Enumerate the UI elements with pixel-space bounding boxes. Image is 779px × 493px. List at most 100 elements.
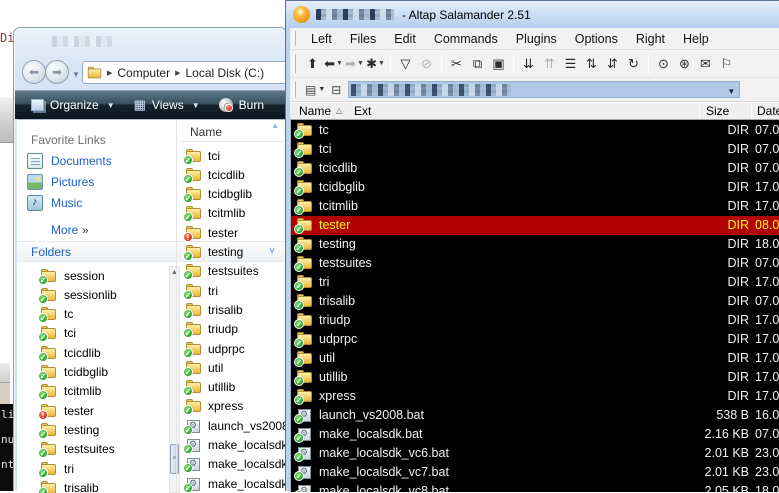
menu-item-options[interactable]: Options <box>566 30 627 48</box>
menu-item-help[interactable]: Help <box>674 30 718 48</box>
list-item-make_localsdk[interactable]: ✓ make_localsdk <box>183 455 287 474</box>
column-header-size[interactable]: Size <box>706 104 729 118</box>
cut-icon[interactable]: ✂ <box>446 53 467 74</box>
menu-item-commands[interactable]: Commands <box>425 30 507 48</box>
tree-item-tc[interactable]: ✓ tc <box>38 305 73 324</box>
select-filter-icon[interactable]: ▽ <box>395 53 416 74</box>
list-item-make_localsdk[interactable]: ✓ make_localsdk <box>183 436 287 455</box>
cmd-burn-button[interactable]: Burn <box>213 95 273 115</box>
cmd-organize-button[interactable]: Organize ▼ <box>25 95 124 115</box>
list-item-udprpc[interactable]: ✓ udprpc <box>183 339 245 358</box>
unpack-icon[interactable]: ⇈ <box>539 53 560 74</box>
tree-item-testing[interactable]: ✓ testing <box>38 420 99 439</box>
file-row-make_localsdk_vc7.bat[interactable]: ✓ make_localsdk_vc7.bat 2.01 KB 23.06 <box>291 463 779 482</box>
file-row-tcidbglib[interactable]: ✓ tcidbglib DIR 17.06 <box>291 178 779 197</box>
favorite-link-music[interactable]: Music <box>27 195 82 211</box>
breadcrumb-local-disk[interactable]: Local Disk (C:) <box>185 66 264 80</box>
favorite-link-documents[interactable]: Documents <box>27 153 112 169</box>
recent-pages-dropdown-icon[interactable]: ▼ <box>72 70 80 79</box>
list-item-testing[interactable]: ✓ testing <box>183 243 243 262</box>
file-row-tester[interactable]: ✓ tester DIR 08.08 <box>291 216 779 235</box>
scrollbar-thumb[interactable]: ≡ <box>170 444 179 474</box>
tree-item-sessionlib[interactable]: ✓ sessionlib <box>38 285 117 304</box>
path-dropdown-icon[interactable]: ▼ <box>727 87 735 96</box>
deselect-icon[interactable]: ⊘ <box>416 53 437 74</box>
column-header-name[interactable]: Name <box>299 104 331 118</box>
sort-ext-icon[interactable]: ⇵ <box>602 53 623 74</box>
file-row-testsuites[interactable]: ✓ testsuites DIR 07.08 <box>291 254 779 273</box>
drive-select-button[interactable]: ▤ ▼ <box>302 81 328 99</box>
list-item-utillib[interactable]: ✓ utillib <box>183 378 235 397</box>
list-item-tcitmlib[interactable]: ✓ tcitmlib <box>183 204 245 223</box>
file-row-triudp[interactable]: ✓ triudp DIR 17.06 <box>291 311 779 330</box>
tree-item-testsuites[interactable]: ✓ testsuites <box>38 440 115 459</box>
file-row-util[interactable]: ✓ util DIR 17.06 <box>291 349 779 368</box>
file-row-tc[interactable]: ✓ tc DIR 07.08 <box>291 121 779 140</box>
name-column-header[interactable]: Name ▲ <box>180 121 287 142</box>
tree-scrollbar[interactable]: ▲ ≡ <box>169 266 180 493</box>
tree-item-tcitmlib[interactable]: ✓ tcitmlib <box>38 382 101 401</box>
breadcrumb-computer[interactable]: Computer <box>117 66 170 80</box>
menu-item-plugins[interactable]: Plugins <box>507 30 566 48</box>
back-button[interactable]: ⬅ <box>22 60 46 84</box>
list-item-tester[interactable]: ! tester <box>183 223 238 242</box>
tree-item-tri[interactable]: ✓ tri <box>38 459 74 478</box>
file-row-trisalib[interactable]: ✓ trisalib DIR 07.07 <box>291 292 779 311</box>
list-item-testsuites[interactable]: ✓ testsuites <box>183 262 259 281</box>
list-item-tci[interactable]: ✓ tci <box>183 146 220 165</box>
column-header-ext[interactable]: Ext <box>354 104 371 118</box>
tree-item-tci[interactable]: ✓ tci <box>38 324 76 343</box>
properties-icon[interactable]: ☰ <box>560 53 581 74</box>
list-item-util[interactable]: ✓ util <box>183 358 223 377</box>
panel-split-icon[interactable]: ⊟ <box>328 81 344 99</box>
forward-icon[interactable]: ➡ ▼ <box>344 53 365 74</box>
file-row-tri[interactable]: ✓ tri DIR 17.06 <box>291 273 779 292</box>
column-separator[interactable] <box>699 103 700 119</box>
tree-item-tester[interactable]: ! tester <box>38 401 94 420</box>
list-item-tcidbglib[interactable]: ✓ tcidbglib <box>183 185 252 204</box>
list-item-tcicdlib[interactable]: ✓ tcicdlib <box>183 165 245 184</box>
cmd-views-button[interactable]: ▦ Views ▼ <box>128 95 209 115</box>
user-menu-icon[interactable]: ⚐ <box>716 53 737 74</box>
find-files-icon[interactable]: ⊛ <box>674 53 695 74</box>
forward-button[interactable]: ➡ <box>45 60 69 84</box>
file-row-xpress[interactable]: ✓ xpress DIR 17.06 <box>291 387 779 406</box>
address-bar[interactable]: ▶ Computer ▶ Local Disk (C:) <box>82 61 302 84</box>
list-item-tri[interactable]: ✓ tri <box>183 281 218 300</box>
file-row-utillib[interactable]: ✓ utillib DIR 17.06 <box>291 368 779 387</box>
more-link[interactable]: More» <box>51 223 88 237</box>
tree-item-tcidbglib[interactable]: ✓ tcidbglib <box>38 363 108 382</box>
file-row-make_localsdk.bat[interactable]: ✓ make_localsdk.bat 2.16 KB 07.07 <box>291 425 779 444</box>
menu-item-edit[interactable]: Edit <box>385 30 425 48</box>
email-icon[interactable]: ✉ <box>695 53 716 74</box>
tree-item-tcicdlib[interactable]: ✓ tcicdlib <box>38 343 101 362</box>
file-row-launch_vs2008.bat[interactable]: ✓ launch_vs2008.bat 538 B 16.07 <box>291 406 779 425</box>
refresh-icon[interactable]: ↻ <box>623 53 644 74</box>
salamander-title-bar[interactable]: - Altap Salamander 2.51 <box>286 1 779 28</box>
back-icon[interactable]: ⬅ ▼ <box>323 53 344 74</box>
file-row-tci[interactable]: ✓ tci DIR 07.07 <box>291 140 779 159</box>
column-header-date[interactable]: Date <box>757 104 779 118</box>
list-item-triudp[interactable]: ✓ triudp <box>183 320 238 339</box>
copy-icon[interactable]: ⧉ <box>467 53 488 74</box>
file-row-udprpc[interactable]: ✓ udprpc DIR 17.06 <box>291 330 779 349</box>
paste-icon[interactable]: ▣ <box>488 53 509 74</box>
sort-name-icon[interactable]: ⇅ <box>581 53 602 74</box>
tree-item-session[interactable]: ✓ session <box>38 266 105 285</box>
list-item-trisalib[interactable]: ✓ trisalib <box>183 300 243 319</box>
find-icon[interactable]: ⊙ <box>653 53 674 74</box>
current-path-field[interactable]: ▼ <box>348 81 741 98</box>
hot-paths-icon[interactable]: ✱ ▼ <box>365 53 386 74</box>
file-row-testing[interactable]: ✓ testing DIR 18.07 <box>291 235 779 254</box>
menu-item-files[interactable]: Files <box>341 30 385 48</box>
file-row-make_localsdk_vc6.bat[interactable]: ✓ make_localsdk_vc6.bat 2.01 KB 23.06 <box>291 444 779 463</box>
parent-dir-icon[interactable]: ⬆ <box>302 53 323 74</box>
list-item-xpress[interactable]: ✓ xpress <box>183 397 243 416</box>
menu-item-right[interactable]: Right <box>627 30 674 48</box>
scroll-up-icon[interactable]: ▲ <box>170 267 179 276</box>
list-item-make_localsdk[interactable]: ✓ make_localsdk <box>183 474 287 493</box>
list-item-launch_vs2008[interactable]: ✓ launch_vs2008 <box>183 416 287 435</box>
file-row-tcitmlib[interactable]: ✓ tcitmlib DIR 17.06 <box>291 197 779 216</box>
favorite-link-pictures[interactable]: Pictures <box>27 174 94 190</box>
column-separator[interactable] <box>751 103 752 119</box>
